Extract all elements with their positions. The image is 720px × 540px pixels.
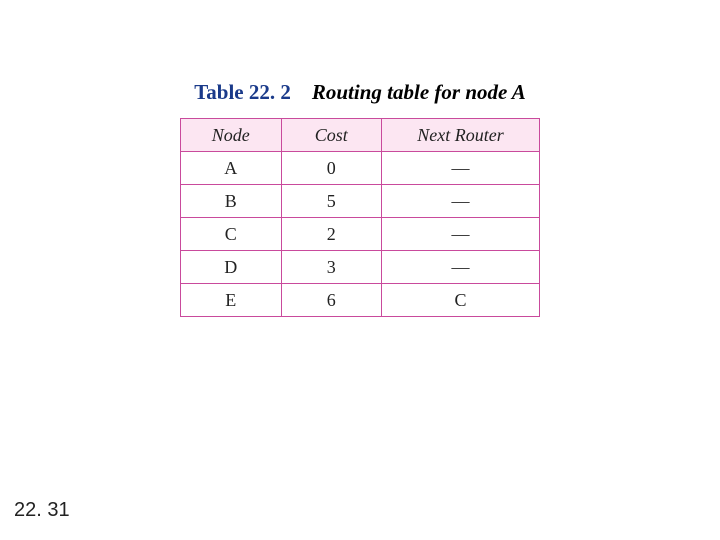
header-next: Next Router [382, 119, 540, 152]
table-row: C 2 — [181, 218, 540, 251]
slide: Table 22. 2 Routing table for node A Nod… [0, 0, 720, 540]
table-title: Routing table for node A [312, 80, 526, 104]
table-label: Table 22. 2 [194, 80, 291, 104]
cell-next: — [382, 251, 540, 284]
table-row: A 0 — [181, 152, 540, 185]
page-number: 22. 31 [14, 499, 70, 522]
cell-node: C [181, 218, 282, 251]
header-cost: Cost [281, 119, 382, 152]
table-caption: Table 22. 2 Routing table for node A [0, 80, 720, 105]
cell-next: — [382, 152, 540, 185]
cell-cost: 2 [281, 218, 382, 251]
cell-node: A [181, 152, 282, 185]
cell-node: E [181, 284, 282, 317]
cell-node: B [181, 185, 282, 218]
cell-cost: 5 [281, 185, 382, 218]
cell-cost: 3 [281, 251, 382, 284]
table-header-row: Node Cost Next Router [181, 119, 540, 152]
routing-table-wrap: Node Cost Next Router A 0 — B 5 — C [180, 118, 540, 317]
table-row: D 3 — [181, 251, 540, 284]
table-row: B 5 — [181, 185, 540, 218]
cell-node: D [181, 251, 282, 284]
cell-cost: 6 [281, 284, 382, 317]
table-row: E 6 C [181, 284, 540, 317]
header-node: Node [181, 119, 282, 152]
routing-table: Node Cost Next Router A 0 — B 5 — C [180, 118, 540, 317]
cell-cost: 0 [281, 152, 382, 185]
cell-next: — [382, 185, 540, 218]
cell-next: C [382, 284, 540, 317]
cell-next: — [382, 218, 540, 251]
